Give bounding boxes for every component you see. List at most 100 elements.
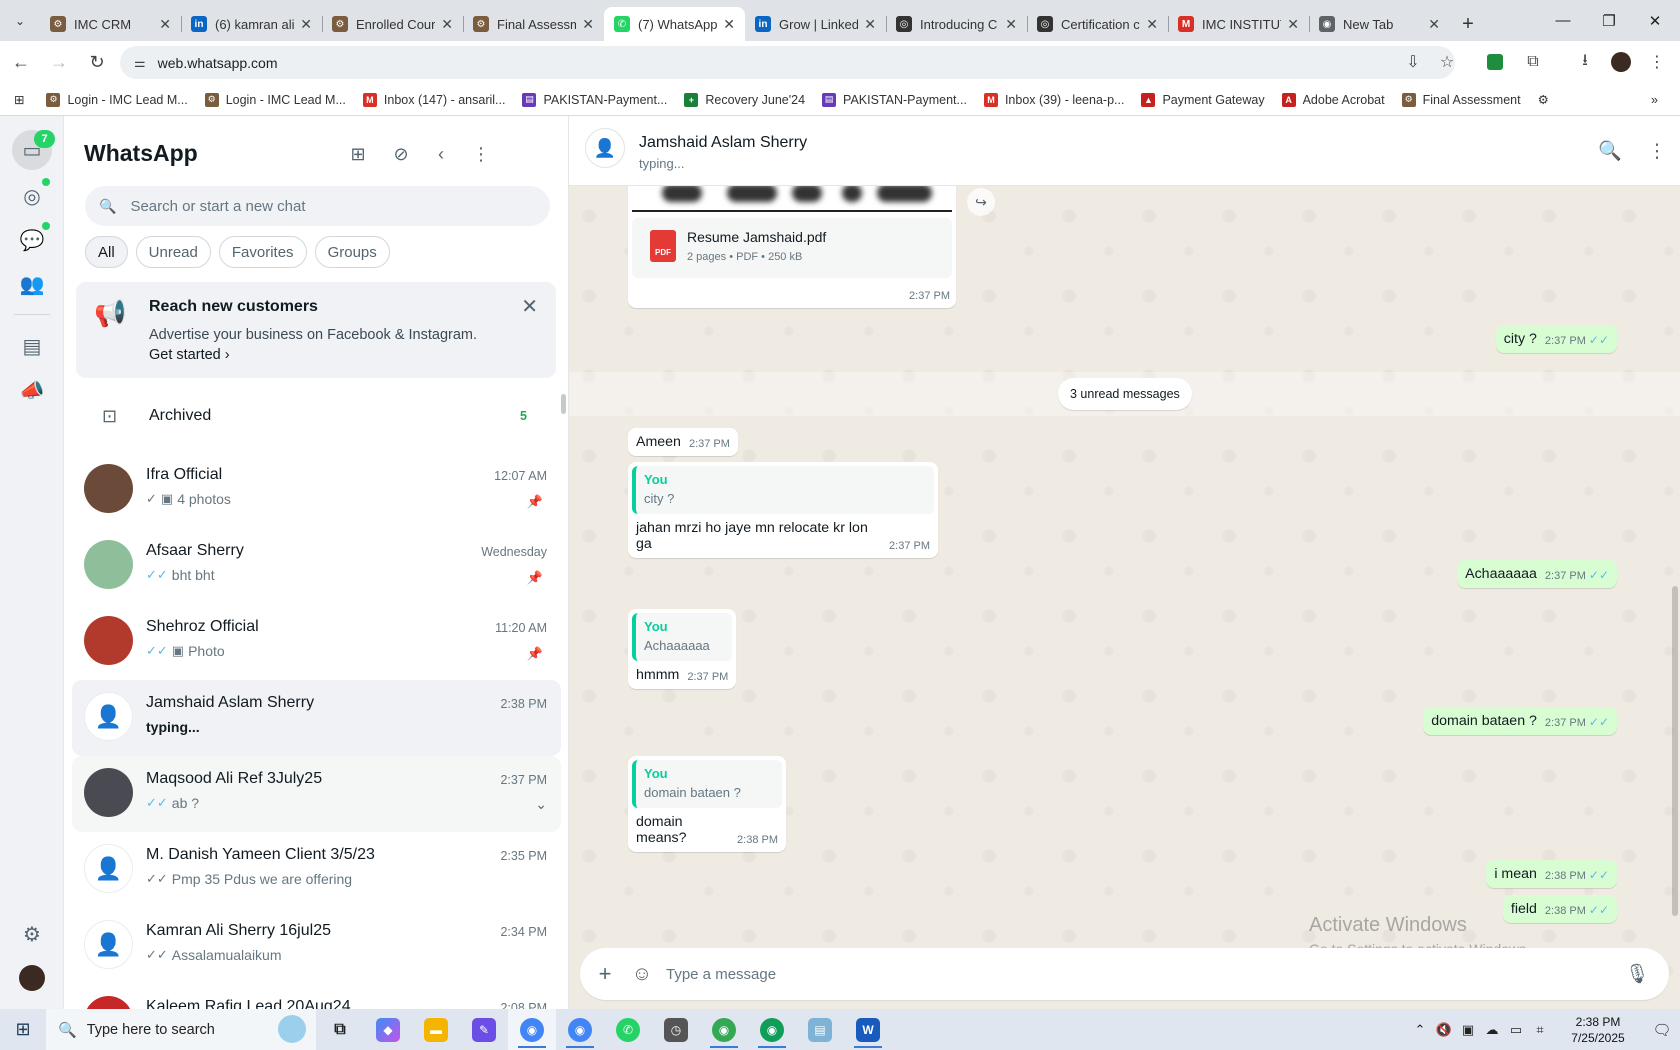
tab-close-icon[interactable]: ✕ <box>723 16 735 33</box>
taskbar-app-pin[interactable]: ✎ <box>460 1009 508 1050</box>
restore-button[interactable]: ❐ <box>1586 0 1632 41</box>
taskbar-copilot[interactable]: ◆ <box>364 1009 412 1050</box>
site-info-icon[interactable]: ⚌ <box>134 55 146 71</box>
attach-button[interactable]: + <box>588 957 622 991</box>
filter-chip-favorites[interactable]: Favorites <box>218 236 307 268</box>
notifications-icon[interactable]: 🗨 <box>1644 1021 1680 1039</box>
chevron-up-icon[interactable]: ⌃ <box>1408 1022 1432 1038</box>
tab-search-button[interactable]: ⌄ <box>0 0 40 41</box>
taskbar-chrome-active[interactable]: ◉ <box>508 1009 556 1050</box>
conversation-menu-button[interactable]: ⋮ <box>1640 134 1674 168</box>
bookmark-item[interactable]: A Adobe Acrobat <box>1281 92 1385 107</box>
tab-close-icon[interactable]: ✕ <box>159 16 171 33</box>
forward-button[interactable]: ↪ <box>967 188 995 216</box>
tab-close-icon[interactable]: ✕ <box>1005 16 1017 33</box>
quoted-message[interactable]: You domain bataen ? <box>632 760 782 808</box>
downloads-icon[interactable]: ⭳ <box>1568 45 1602 79</box>
bookmark-extra-icon[interactable]: ⚙ <box>1538 92 1549 107</box>
collapse-button[interactable]: ‹ <box>424 137 458 171</box>
emoji-button[interactable]: ☺ <box>625 957 659 991</box>
hide-toggle-button[interactable]: ⊘ <box>384 137 418 171</box>
promo-get-started-link[interactable]: Get started › <box>149 347 230 363</box>
outgoing-message[interactable]: Achaaaaaa 2:37 PM ✓✓ <box>1457 560 1617 588</box>
filter-chip-groups[interactable]: Groups <box>314 236 390 268</box>
bookmark-item[interactable]: ▤ PAKISTAN-Payment... <box>522 92 667 107</box>
archived-row[interactable]: ⊡ Archived 5 <box>64 386 568 446</box>
chat-search-input[interactable] <box>130 197 531 215</box>
bookmark-item[interactable]: ⚙ Login - IMC Lead M... <box>204 92 346 107</box>
tab-close-icon[interactable]: ✕ <box>1428 16 1440 33</box>
chat-list-item[interactable]: 👤 Kamran Ali Sherry 16jul25 2:34 PM ✓✓ Assal… <box>72 908 561 984</box>
chat-list-item[interactable]: Afsaar Sherry Wednesday ✓✓ bht bht 📌 <box>72 528 561 604</box>
start-button[interactable]: ⊞ <box>0 1009 46 1050</box>
chat-list-item[interactable]: Kaleem Rafiq Lead 20Aug24 2:08 PM <box>72 984 561 1009</box>
tab-close-icon[interactable]: ✕ <box>582 16 594 33</box>
chat-list-item[interactable]: Ifra Official 12:07 AM ✓ ▣ 4 photos 📌 <box>72 452 561 528</box>
settings-nav-button[interactable]: ⚙ <box>12 914 52 954</box>
incoming-reply-message[interactable]: You domain bataen ? domain means? 2:38 PM <box>628 756 786 852</box>
conversation-search-button[interactable]: 🔍 <box>1593 134 1627 168</box>
sidebar-menu-button[interactable]: ⋮ <box>464 137 498 171</box>
catalog-nav-button[interactable]: ▤ <box>12 326 52 366</box>
more-bookmarks-icon[interactable]: » <box>1651 93 1658 107</box>
quoted-message[interactable]: You city ? <box>632 466 934 514</box>
browser-tab[interactable]: in (6) kamran ali ✕ <box>181 7 322 41</box>
chat-list-item[interactable]: 👤 M. Danish Yameen Client 3/5/23 2:35 PM ✓✓… <box>72 832 561 908</box>
meet-icon[interactable]: ▣ <box>1456 1022 1480 1038</box>
cloud-icon[interactable]: ☁ <box>1480 1022 1504 1038</box>
conversation-scrollbar[interactable] <box>1672 586 1678 916</box>
profile-nav-button[interactable] <box>12 958 52 998</box>
browser-tab[interactable]: ◉ New Tab ✕ <box>1309 7 1450 41</box>
task-view-button[interactable]: ⧉ <box>316 1009 364 1050</box>
bookmark-item[interactable]: ▲ Payment Gateway <box>1141 92 1265 107</box>
bookmark-item[interactable]: M Inbox (147) - ansaril... <box>362 92 505 107</box>
outgoing-message[interactable]: domain bataen ? 2:37 PM ✓✓ <box>1423 707 1617 735</box>
chat-list-item[interactable]: Shehroz Official 11:20 AM ✓✓ ▣ Photo 📌 <box>72 604 561 680</box>
taskbar-word[interactable]: W <box>844 1009 892 1050</box>
promo-close-icon[interactable]: ✕ <box>521 294 538 319</box>
taskbar-whatsapp[interactable]: ✆ <box>604 1009 652 1050</box>
chat-list-item[interactable]: 👤 Jamshaid Aslam Sherry 2:38 PM typing... <box>72 680 561 756</box>
contact-avatar[interactable]: 👤 <box>585 128 625 168</box>
taskbar-chrome-4[interactable]: ◉ <box>748 1009 796 1050</box>
forward-button[interactable]: → <box>42 46 76 80</box>
chat-list-item[interactable]: Maqsood Ali Ref 3July25 2:37 PM ✓✓ ab ? ⌄ <box>72 756 561 832</box>
browser-tab[interactable]: ⚙ Final Assessm ✕ <box>463 7 604 41</box>
filter-chip-all[interactable]: All <box>85 236 128 268</box>
document-message[interactable]: PDF Resume Jamshaid.pdf 2 pages • PDF • … <box>628 176 956 308</box>
close-window-button[interactable]: ✕ <box>1632 0 1678 41</box>
tab-close-icon[interactable]: ✕ <box>864 16 876 33</box>
address-bar[interactable]: ⚌ web.whatsapp.com <box>120 46 1455 79</box>
taskbar-file-explorer[interactable]: ▬ <box>412 1009 460 1050</box>
bookmark-item[interactable]: ▤ PAKISTAN-Payment... <box>822 92 967 107</box>
outgoing-message[interactable]: city ? 2:37 PM ✓✓ <box>1495 325 1617 353</box>
incoming-message[interactable]: Ameen 2:37 PM <box>628 428 738 456</box>
chevron-down-icon[interactable]: ⌄ <box>535 796 547 813</box>
extension-icon[interactable] <box>1478 45 1512 79</box>
tab-close-icon[interactable]: ✕ <box>1287 16 1299 33</box>
browser-tab[interactable]: M IMC INSTITUT ✕ <box>1168 7 1309 41</box>
communities-nav-button[interactable]: 👥 <box>12 264 52 304</box>
tab-close-icon[interactable]: ✕ <box>1146 16 1158 33</box>
incoming-reply-message[interactable]: You Achaaaaaa hmmm 2:37 PM <box>628 609 736 689</box>
quoted-message[interactable]: You Achaaaaaa <box>632 613 732 661</box>
install-app-icon[interactable]: ⇩ <box>1396 45 1430 79</box>
browser-tab[interactable]: in Grow | Linked ✕ <box>745 7 886 41</box>
taskbar-search[interactable]: 🔍 Type here to search <box>46 1009 316 1050</box>
taskbar-clock-app[interactable]: ◷ <box>652 1009 700 1050</box>
profile-avatar[interactable] <box>1604 45 1638 79</box>
voice-message-button[interactable]: 🎙 <box>1620 957 1654 991</box>
minimize-button[interactable]: — <box>1540 0 1586 41</box>
incoming-reply-message[interactable]: You city ? jahan mrzi ho jaye mn relocat… <box>628 462 938 558</box>
browser-tab[interactable]: ⚙ IMC CRM ✕ <box>40 7 181 41</box>
back-button[interactable]: ← <box>4 46 38 80</box>
taskbar-notepad[interactable]: ▤ <box>796 1009 844 1050</box>
new-chat-button[interactable]: ⊞ <box>341 137 375 171</box>
bookmark-star-icon[interactable]: ☆ <box>1430 45 1464 79</box>
bookmark-item[interactable]: + Recovery June'24 <box>684 92 805 107</box>
display-icon[interactable]: ▭ <box>1504 1022 1528 1038</box>
tab-close-icon[interactable]: ✕ <box>441 16 453 33</box>
browser-tab[interactable]: ◎ Introducing C ✕ <box>886 7 1027 41</box>
volume-muted-icon[interactable]: 🔇 <box>1432 1022 1456 1038</box>
apps-grid-icon[interactable]: ⊞ <box>14 92 24 107</box>
